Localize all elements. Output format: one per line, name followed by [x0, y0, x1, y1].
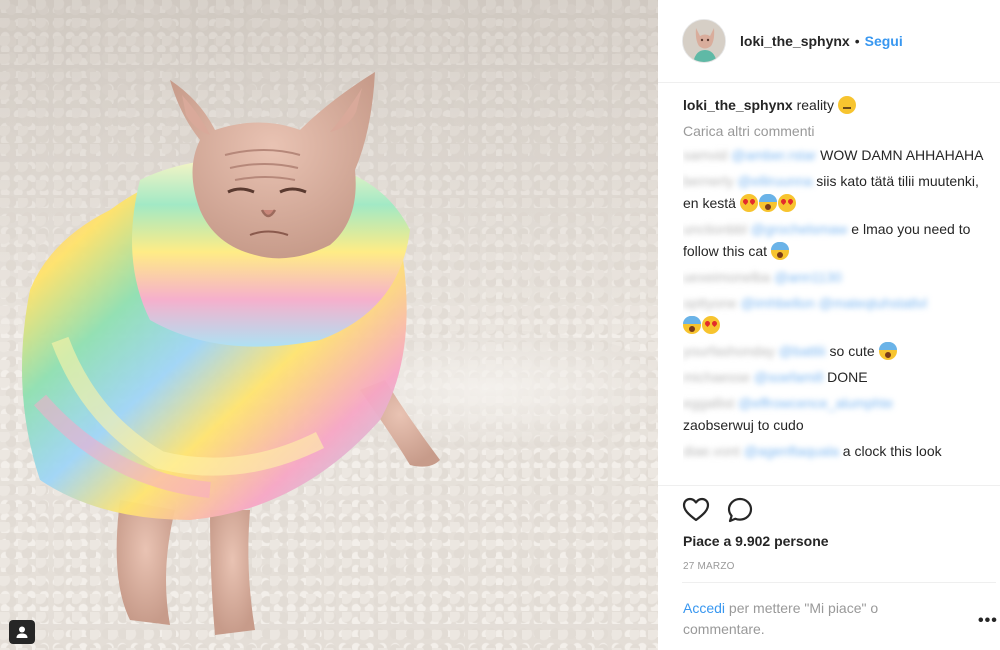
- comment-text: WOW DAMN AHHAHAHA: [820, 147, 984, 163]
- heart-eyes-emoji-icon: [702, 316, 720, 334]
- comment-username[interactable]: opttyone: [683, 295, 737, 311]
- comment-mention[interactable]: @battlii: [779, 343, 826, 359]
- heart-eyes-emoji-icon: [739, 194, 758, 212]
- scream-emoji-icon: [878, 342, 897, 360]
- post-details-panel: loki_the_sphynx • Segui loki_the_sphynx …: [658, 0, 1000, 650]
- header-separator: •: [854, 33, 860, 49]
- comment-text: DONE: [827, 369, 868, 385]
- comment-mention[interactable]: @agenftaquala: [744, 443, 839, 459]
- neutral-face-icon: [837, 96, 856, 114]
- avatar[interactable]: [682, 19, 726, 63]
- comment-mention[interactable]: @grochelsmaw: [751, 221, 848, 237]
- comment-username[interactable]: michaesse: [683, 369, 750, 385]
- comment-username[interactable]: yourfashonday: [683, 343, 775, 359]
- post-header: loki_the_sphynx • Segui: [658, 0, 1000, 83]
- post-date[interactable]: 27 MARZO: [683, 561, 735, 572]
- comment-username[interactable]: bernerly: [683, 173, 734, 189]
- login-prompt: Accedi per mettere "Mi piace" o commenta…: [683, 598, 923, 640]
- load-more-comments-link[interactable]: Carica altri commenti: [683, 122, 988, 140]
- caption-text: reality: [796, 97, 834, 113]
- comment-username[interactable]: uexeimonelba: [683, 269, 770, 285]
- comment-text: a clock this look: [842, 443, 942, 459]
- post-actions: [682, 496, 754, 524]
- post-caption: loki_the_sphynx reality: [683, 94, 988, 116]
- comments-list[interactable]: loki_the_sphynx reality Carica altri com…: [683, 92, 988, 484]
- comment-mention[interactable]: @ann1130: [774, 269, 842, 285]
- person-glyph: [16, 626, 28, 638]
- comment-item: uexeimonelba @ann1130: [683, 266, 988, 288]
- comment-item: eggallist @effrowcence_alumphte zaobserw…: [683, 392, 988, 436]
- comment-username[interactable]: unctionbbl: [683, 221, 747, 237]
- comment-text: so cute: [829, 343, 875, 359]
- comment-mention[interactable]: @effrowcence_alumphte: [738, 395, 893, 411]
- post-photo[interactable]: [0, 0, 658, 650]
- comment-mention[interactable]: @amber.rstar: [731, 147, 816, 163]
- comment-item: diae.vont @agenftaquala a clock this loo…: [683, 440, 988, 462]
- comment-username[interactable]: diae.vont: [683, 443, 740, 459]
- header-username[interactable]: loki_the_sphynx: [740, 33, 850, 49]
- more-options-icon[interactable]: •••: [978, 612, 998, 630]
- comment-mention[interactable]: @elliruunna: [737, 173, 812, 189]
- comment-bubble-icon[interactable]: [726, 496, 754, 524]
- section-divider: [682, 582, 996, 583]
- sphynx-cat-in-rainbow-sweater: [22, 72, 440, 635]
- comment-item: bernerly @elliruunna siis kato tätä tili…: [683, 170, 988, 214]
- scream-emoji-icon: [683, 316, 701, 334]
- comment-item: michaesse @soefamill DONE: [683, 366, 988, 388]
- heart-icon[interactable]: [682, 496, 710, 524]
- comment-mention[interactable]: @soefamill: [754, 369, 823, 385]
- comment-item: opttyone @imhbellon @mateqtuhstatlvl: [683, 292, 988, 336]
- scream-emoji-icon: [758, 194, 777, 212]
- comment-item: unctionbbl @grochelsmaw e lmao you need …: [683, 218, 988, 262]
- comment-mention[interactable]: @imhbellon @mateqtuhstatlvl: [741, 295, 927, 311]
- user-tag-icon[interactable]: [9, 620, 35, 644]
- avatar-image: [683, 20, 725, 62]
- comment-text: zaobserwuj to cudo: [683, 417, 804, 433]
- section-divider: [658, 485, 1000, 486]
- caption-username[interactable]: loki_the_sphynx: [683, 97, 793, 113]
- comment-username[interactable]: eggallist: [683, 395, 734, 411]
- likes-count[interactable]: Piace a 9.902 persone: [683, 533, 829, 549]
- comment-item: samvid @amber.rstar WOW DAMN AHHAHAHA: [683, 144, 988, 166]
- follow-button[interactable]: Segui: [865, 33, 903, 49]
- heart-eyes-emoji-icon: [777, 194, 796, 212]
- scream-emoji-icon: [770, 242, 789, 260]
- comment-item: yourfashonday @battlii so cute: [683, 340, 988, 362]
- login-link[interactable]: Accedi: [683, 600, 725, 616]
- comment-username[interactable]: samvid: [683, 147, 727, 163]
